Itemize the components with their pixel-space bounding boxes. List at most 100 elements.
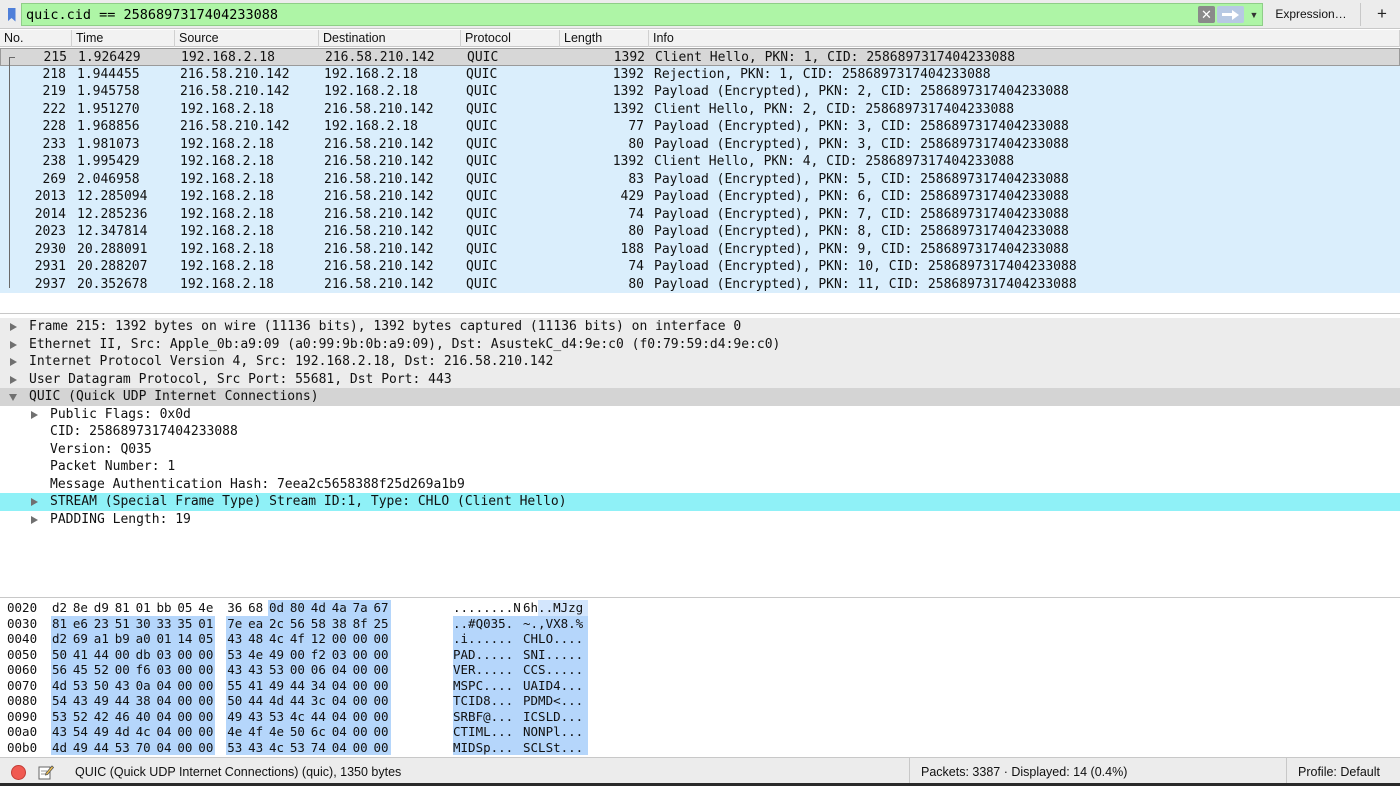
hex-byte[interactable]: 44 <box>92 739 115 755</box>
hex-byte[interactable]: 0a <box>134 677 156 693</box>
packet-row[interactable]: 2014 12.285236 192.168.2.18 216.58.210.142 Q… <box>0 205 1400 223</box>
hex-byte[interactable]: 00 <box>351 724 373 740</box>
capture-status-icon[interactable] <box>11 765 26 780</box>
hex-byte[interactable]: 68 <box>247 600 268 616</box>
hex-byte[interactable]: 4e <box>226 724 248 740</box>
hex-byte[interactable]: 4f <box>288 631 311 647</box>
hex-byte[interactable]: 00 <box>372 693 391 709</box>
packet-row[interactable]: 269 2.046958 192.168.2.18 216.58.210.142 QUI… <box>0 170 1400 188</box>
hex-byte[interactable]: 80 <box>288 600 311 616</box>
hex-byte[interactable]: 4c <box>134 724 156 740</box>
hex-byte[interactable]: 44 <box>288 693 311 709</box>
hex-byte[interactable]: 00 <box>113 646 136 662</box>
hex-byte[interactable]: d2 <box>51 600 72 616</box>
hex-byte[interactable]: 00 <box>176 677 198 693</box>
hex-byte[interactable]: 43 <box>226 662 248 678</box>
clear-filter-icon[interactable]: ✕ <box>1198 6 1215 23</box>
hex-byte[interactable]: 23 <box>92 615 115 631</box>
packet-row[interactable]: 2013 12.285094 192.168.2.18 216.58.210.142 Q… <box>0 188 1400 206</box>
hex-byte[interactable]: 50 <box>51 646 73 662</box>
hex-byte[interactable]: 49 <box>226 708 248 724</box>
packet-row[interactable]: 2023 12.347814 192.168.2.18 216.58.210.142 Q… <box>0 223 1400 241</box>
hex-byte[interactable]: 6c <box>309 724 332 740</box>
ascii-chunk[interactable]: ........N <box>453 600 521 616</box>
ascii-chunk[interactable]: MIDSp... <box>453 739 514 755</box>
ascii-chunk[interactable]: MSPC.... <box>453 677 514 693</box>
ascii-chunk[interactable]: VER..... <box>453 662 514 678</box>
column-header-time[interactable]: Time <box>72 30 175 47</box>
hex-byte[interactable]: 50 <box>226 693 248 709</box>
hex-byte[interactable]: f6 <box>134 662 156 678</box>
hex-byte[interactable]: 00 <box>372 739 391 755</box>
hex-byte[interactable]: 00 <box>197 739 216 755</box>
packet-list[interactable]: 215 1.926429 192.168.2.18 216.58.210.142 QUI… <box>0 48 1400 314</box>
packet-row[interactable]: 215 1.926429 192.168.2.18 216.58.210.142 QUI… <box>0 48 1400 66</box>
hex-byte[interactable]: 43 <box>226 631 248 647</box>
hex-byte[interactable]: 00 <box>176 693 198 709</box>
hex-byte[interactable]: 4e <box>197 600 215 616</box>
hex-dump-row[interactable]: 0070 4d 53 50 43 0a 04 00 00 55 41 49 44 34 04 00 00 MSPC… <box>0 677 1400 693</box>
hex-byte[interactable]: 53 <box>268 708 290 724</box>
hex-byte[interactable]: e6 <box>71 615 94 631</box>
expand-triangle-icon[interactable] <box>10 323 17 331</box>
hex-byte[interactable]: 7e <box>226 615 248 631</box>
hex-byte[interactable]: 53 <box>226 739 248 755</box>
hex-byte[interactable]: 4d <box>51 739 73 755</box>
hex-byte[interactable]: 43 <box>247 662 269 678</box>
ascii-chunk[interactable]: TCID8... <box>453 693 514 709</box>
hex-byte[interactable]: bb <box>156 600 177 616</box>
hex-byte[interactable]: 4c <box>268 739 290 755</box>
hex-byte[interactable]: 04 <box>330 693 353 709</box>
hex-byte[interactable]: 70 <box>134 739 156 755</box>
ascii-chunk[interactable]: NONPl... <box>523 724 584 740</box>
hex-byte[interactable]: 41 <box>247 677 269 693</box>
hex-byte[interactable]: 50 <box>288 724 311 740</box>
hex-byte[interactable]: 55 <box>226 677 248 693</box>
expand-triangle-icon[interactable] <box>10 358 17 366</box>
edit-comment-icon[interactable] <box>38 764 54 780</box>
hex-byte[interactable]: 00 <box>372 662 391 678</box>
hex-byte[interactable]: b9 <box>113 631 136 647</box>
hex-byte[interactable]: 00 <box>176 662 198 678</box>
hex-byte[interactable]: 00 <box>351 693 373 709</box>
hex-dump-row[interactable]: 0090 53 52 42 46 40 04 00 00 49 43 53 4c 44 04 00 00 SRBF… <box>0 708 1400 724</box>
hex-byte[interactable]: 38 <box>330 615 353 631</box>
hex-byte[interactable]: 81 <box>51 615 73 631</box>
hex-byte[interactable]: 00 <box>176 708 198 724</box>
hex-byte[interactable]: 04 <box>330 708 353 724</box>
hex-byte[interactable]: 00 <box>197 662 216 678</box>
hex-byte[interactable]: 00 <box>351 662 373 678</box>
hex-byte[interactable]: 00 <box>197 677 216 693</box>
hex-byte[interactable]: 2c <box>268 615 290 631</box>
detail-tree-item[interactable]: Internet Protocol Version 4, Src: 192.16… <box>0 353 1400 371</box>
hex-dump-row[interactable]: 0020 d2 8e d9 81 01 bb 05 4e 36 68 0d 80 4d 4a 7a 67....… <box>0 600 1400 616</box>
display-filter-input[interactable]: quic.cid == 2586897317404233088 <box>21 3 1263 26</box>
hex-byte[interactable]: 00 <box>372 724 391 740</box>
hex-dump-row[interactable]: 00a0 43 54 49 4d 4c 04 00 00 4e 4f 4e 50 6c 04 00 00 CTIM… <box>0 724 1400 740</box>
hex-byte[interactable]: 41 <box>71 646 94 662</box>
hex-byte[interactable]: 03 <box>155 646 177 662</box>
hex-byte[interactable]: 48 <box>247 631 269 647</box>
hex-byte[interactable]: 04 <box>330 724 353 740</box>
ascii-chunk[interactable]: CCS..... <box>523 662 584 678</box>
hex-byte[interactable]: 54 <box>51 693 73 709</box>
hex-byte[interactable]: f2 <box>309 646 332 662</box>
hex-byte[interactable]: 53 <box>71 677 94 693</box>
hex-byte[interactable]: 04 <box>330 662 353 678</box>
hex-dump-row[interactable]: 0030 81 e6 23 51 30 33 35 01 7e ea 2c 56 58 38 8f 25 ..#Q… <box>0 615 1400 631</box>
packet-row[interactable]: 218 1.944455 216.58.210.142 192.168.2.18 QUI… <box>0 65 1400 83</box>
hex-byte[interactable]: 53 <box>268 662 290 678</box>
ascii-chunk[interactable]: CTIML... <box>453 724 514 740</box>
ascii-chunk[interactable]: SCLSt... <box>523 739 584 755</box>
hex-byte[interactable]: 81 <box>114 600 135 616</box>
hex-byte[interactable]: 34 <box>309 677 332 693</box>
hex-byte[interactable]: 04 <box>155 739 177 755</box>
ascii-chunk[interactable]: UAID4... <box>523 677 584 693</box>
hex-byte[interactable]: 04 <box>330 739 353 755</box>
hex-byte[interactable]: 01 <box>135 600 156 616</box>
hex-byte[interactable]: 00 <box>197 646 216 662</box>
expand-triangle-icon[interactable] <box>31 498 38 506</box>
ascii-chunk[interactable]: CHLO.... <box>523 631 584 647</box>
detail-tree-item[interactable]: QUIC (Quick UDP Internet Connections) <box>0 388 1400 406</box>
hex-byte[interactable]: 53 <box>51 708 73 724</box>
